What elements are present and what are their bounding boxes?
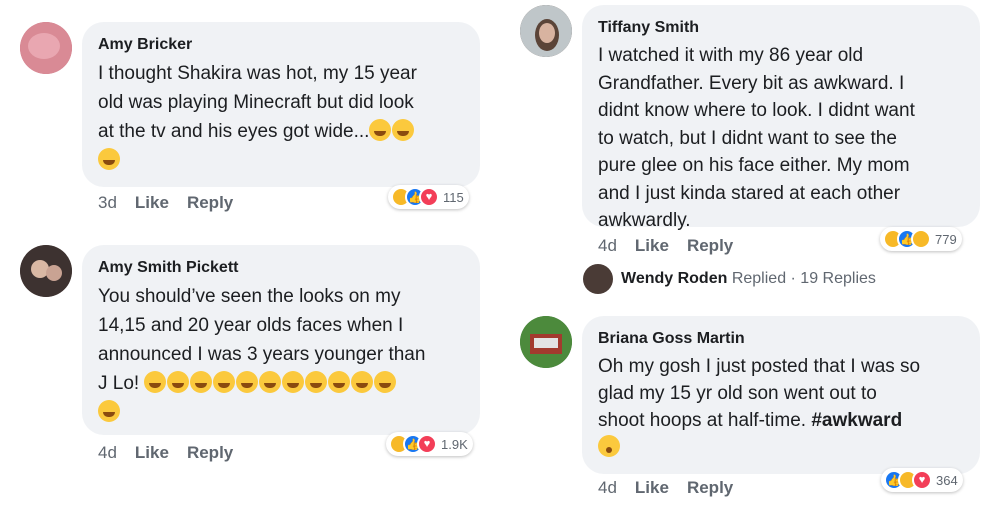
like-button[interactable]: Like — [635, 478, 669, 498]
like-button[interactable]: Like — [135, 193, 169, 213]
comment-actions: 4d Like Reply — [598, 236, 733, 256]
reaction-summary[interactable]: 👍 779 — [880, 227, 962, 251]
reaction-summary[interactable]: 👍 ♥ 1.9K — [386, 432, 473, 456]
candy-heart-avatar-image — [20, 22, 72, 74]
comment-author[interactable]: Amy Bricker — [98, 36, 464, 54]
crying-laughing-emoji-icon — [259, 371, 282, 393]
avatar[interactable] — [20, 245, 72, 297]
reaction-summary[interactable]: 👍 ♥ 115 — [388, 185, 469, 209]
reaction-count: 364 — [936, 472, 958, 488]
hashtag-link[interactable]: #awkward — [811, 410, 902, 431]
comment-bubble: Amy Bricker I thought Shakira was hot, m… — [82, 22, 480, 187]
comment-timestamp[interactable]: 4d — [598, 236, 617, 256]
comment-author[interactable]: Amy Smith Pickett — [98, 259, 464, 277]
wow-reaction-icon — [911, 229, 931, 249]
crying-laughing-emoji-icon — [190, 371, 213, 393]
comment-timestamp[interactable]: 4d — [598, 478, 617, 498]
rofl-emoji-icon — [369, 119, 392, 141]
reply-button[interactable]: Reply — [687, 478, 733, 498]
flushed-emoji-icon — [598, 435, 620, 457]
reply-button[interactable]: Reply — [187, 193, 233, 213]
crying-laughing-emoji-icon — [282, 371, 305, 393]
reply-author-name[interactable]: Wendy Roden — [621, 270, 727, 287]
crying-laughing-emoji-icon — [98, 400, 120, 422]
avatar[interactable] — [520, 5, 572, 57]
comment-actions: 3d Like Reply — [98, 193, 233, 213]
profile-photo-avatar-image — [20, 245, 72, 297]
crying-laughing-emoji-icon — [351, 371, 374, 393]
crying-laughing-emoji-icon — [374, 371, 397, 393]
profile-photo-avatar-image — [520, 5, 572, 57]
comment-timestamp[interactable]: 3d — [98, 193, 117, 213]
avatar[interactable] — [20, 22, 72, 74]
crying-laughing-emoji-icon — [167, 371, 190, 393]
reply-button[interactable]: Reply — [187, 443, 233, 463]
crying-laughing-emoji-icon — [305, 371, 328, 393]
comment-bubble: Briana Goss Martin Oh my gosh I just pos… — [582, 316, 980, 474]
comment-text: You should’ve seen the looks on my 14,15… — [98, 282, 464, 427]
love-reaction-icon: ♥ — [912, 470, 932, 490]
comment-text: I thought Shakira was hot, my 15 year ol… — [98, 59, 464, 175]
replies-count-text[interactable]: Replied · 19 Replies — [732, 270, 876, 287]
reaction-count: 779 — [935, 231, 957, 247]
like-button[interactable]: Like — [135, 443, 169, 463]
comment-bubble: Amy Smith Pickett You should’ve seen the… — [82, 245, 480, 435]
crying-laughing-emoji-icon — [213, 371, 236, 393]
comment-timestamp[interactable]: 4d — [98, 443, 117, 463]
crying-laughing-emoji-icon — [328, 371, 351, 393]
profile-photo-avatar-image — [520, 316, 572, 368]
love-reaction-icon: ♥ — [417, 434, 437, 454]
reply-author-avatar — [583, 264, 613, 294]
comment-author[interactable]: Briana Goss Martin — [598, 330, 964, 348]
comment-text: Oh my gosh I just posted that I was so g… — [598, 353, 964, 461]
crying-laughing-emoji-icon — [144, 371, 167, 393]
comment-text: I watched it with my 86 year old Grandfa… — [598, 45, 915, 231]
comment-actions: 4d Like Reply — [98, 443, 233, 463]
view-replies-link[interactable]: Wendy Roden Replied · 19 Replies — [583, 264, 876, 294]
avatar[interactable] — [520, 316, 572, 368]
love-reaction-icon: ♥ — [419, 187, 439, 207]
reaction-summary[interactable]: 👍 ♥ 364 — [881, 468, 963, 492]
rofl-emoji-icon — [98, 148, 120, 170]
comment-author[interactable]: Tiffany Smith — [598, 19, 964, 37]
comment-bubble: Tiffany Smith I watched it with my 86 ye… — [582, 5, 980, 231]
reply-button[interactable]: Reply — [687, 236, 733, 256]
comment-actions: 4d Like Reply — [598, 478, 733, 498]
reaction-count: 115 — [443, 189, 464, 205]
like-button[interactable]: Like — [635, 236, 669, 256]
rofl-emoji-icon — [392, 119, 415, 141]
crying-laughing-emoji-icon — [236, 371, 259, 393]
reaction-count: 1.9K — [441, 436, 468, 452]
